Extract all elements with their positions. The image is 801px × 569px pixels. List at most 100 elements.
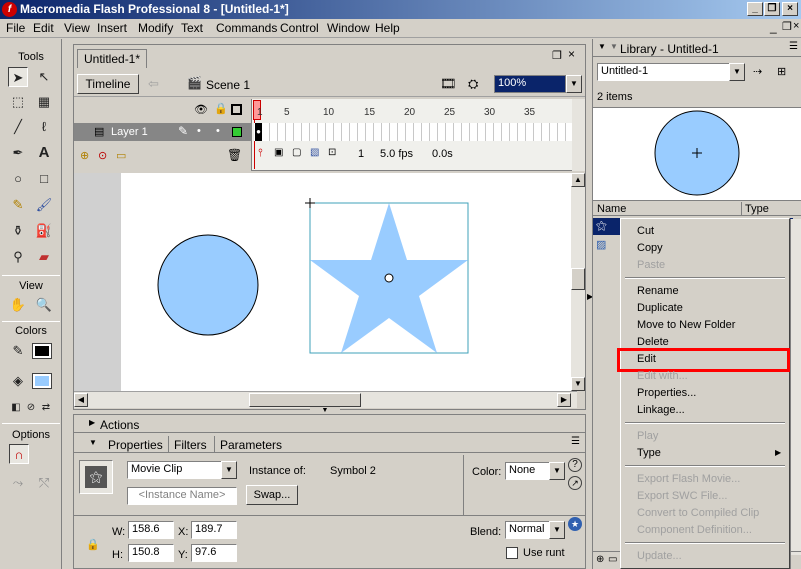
blend-dropdown-icon[interactable]: ▼ — [549, 521, 565, 539]
fill-color-swatch[interactable] — [32, 373, 52, 389]
tab-properties[interactable]: Properties — [108, 438, 163, 452]
rectangle-tool-icon[interactable]: □ — [34, 169, 54, 189]
menu-item-type[interactable]: Type — [637, 447, 661, 459]
edit-multiple-frames-icon[interactable]: ▧ — [310, 147, 319, 158]
layer-name[interactable]: Layer 1 — [111, 126, 148, 138]
line-tool-icon[interactable]: ╱ — [8, 117, 28, 137]
frame-rate[interactable]: 5.0 fps — [380, 148, 413, 160]
menu-control[interactable]: Control — [280, 21, 319, 35]
menu-help[interactable]: Help — [375, 21, 400, 35]
gradient-transform-icon[interactable]: ▦ — [34, 92, 54, 112]
new-library-panel-icon[interactable]: ⊞ — [777, 65, 786, 78]
new-folder-icon[interactable]: ▭ — [608, 554, 617, 565]
lock-dot-icon[interactable]: • — [216, 125, 220, 137]
library-document-select[interactable]: Untitled-1 — [597, 63, 745, 81]
onion-skin-icon[interactable]: ▣ — [274, 147, 283, 158]
ink-bottle-icon[interactable]: ⚱ — [8, 221, 28, 241]
zoom-dropdown-icon[interactable]: ▼ — [566, 75, 582, 93]
edit-actions-icon[interactable]: ↗ — [568, 476, 582, 490]
close-doc-icon[interactable]: × — [568, 47, 575, 61]
keyframe[interactable]: ● — [255, 123, 262, 141]
brush-tool-icon[interactable]: 🖌 — [34, 195, 54, 215]
vscroll-thumb[interactable] — [571, 268, 585, 290]
stage[interactable] — [121, 173, 577, 391]
stage-vscroll[interactable]: ▲ ▼ — [571, 173, 585, 391]
column-type[interactable]: Type — [745, 203, 769, 215]
menu-item-cut[interactable]: Cut — [637, 225, 654, 237]
zoom-input[interactable]: 100% — [494, 75, 566, 93]
tab-filters[interactable]: Filters — [174, 438, 207, 452]
oval-tool-icon[interactable]: ○ — [8, 169, 28, 189]
center-frame-icon[interactable]: ⫯ — [258, 147, 263, 160]
delete-layer-icon[interactable]: 🗑 — [227, 148, 242, 162]
column-name[interactable]: Name — [597, 203, 626, 215]
menu-item-duplicate[interactable]: Duplicate — [637, 302, 683, 314]
height-input[interactable]: 150.8 — [128, 544, 174, 562]
actions-title[interactable]: Actions — [100, 418, 139, 432]
menu-view[interactable]: View — [64, 21, 90, 35]
expand-arrow-icon[interactable]: ▶ — [89, 418, 95, 427]
menu-insert[interactable]: Insert — [97, 21, 127, 35]
collapse-arrow-icon[interactable]: ▼ — [89, 438, 97, 447]
eraser-icon[interactable]: ▰ — [34, 247, 54, 267]
symbol-type-dropdown-icon[interactable]: ▼ — [221, 461, 237, 479]
restore-doc-icon[interactable]: ❐ — [552, 49, 562, 62]
x-input[interactable]: 189.7 — [191, 521, 237, 539]
visibility-dot-icon[interactable]: • — [197, 125, 201, 137]
pen-tool-icon[interactable]: ✒ — [8, 143, 28, 163]
graphic-symbol-icon[interactable]: ▨ — [596, 238, 606, 251]
collapse-arrow-icon[interactable]: ▼ — [598, 42, 606, 51]
use-runtime-checkbox[interactable] — [506, 547, 518, 559]
menu-item-copy[interactable]: Copy — [637, 242, 663, 254]
new-symbol-icon[interactable]: ⊕ — [596, 554, 604, 565]
menu-item-delete[interactable]: Delete — [637, 336, 669, 348]
document-tab[interactable]: Untitled-1* — [77, 49, 148, 68]
instance-name-input[interactable]: <Instance Name> — [127, 487, 237, 505]
menu-text[interactable]: Text — [181, 21, 203, 35]
lasso-tool-icon[interactable]: ℓ — [34, 117, 54, 137]
scroll-up-icon[interactable]: ▲ — [571, 173, 585, 187]
smooth-icon[interactable]: ⤳ — [8, 473, 28, 493]
doc-minimize-icon[interactable]: _ — [770, 20, 777, 34]
subselection-tool-icon[interactable]: ↖ — [34, 67, 54, 87]
panel-options-icon[interactable]: ☰ — [571, 436, 580, 447]
stroke-color-swatch[interactable] — [32, 343, 52, 359]
color-dropdown-icon[interactable]: ▼ — [549, 462, 565, 480]
paint-bucket-icon[interactable]: ⛽ — [34, 221, 54, 241]
eye-icon[interactable]: 👁 — [194, 103, 208, 116]
edit-symbols-icon[interactable]: ⛭ — [468, 76, 478, 92]
menu-file[interactable]: File — [6, 21, 25, 35]
text-tool-icon[interactable]: A — [34, 143, 54, 163]
pin-library-icon[interactable]: ⇢ — [753, 65, 762, 78]
pencil-tool-icon[interactable]: ✎ — [8, 195, 28, 215]
close-button[interactable]: × — [782, 2, 798, 16]
doc-restore-icon[interactable]: ❐ — [782, 20, 792, 33]
timeline-button[interactable]: Timeline — [77, 74, 139, 94]
free-transform-icon[interactable]: ⬚ — [8, 92, 28, 112]
zoom-tool-icon[interactable]: 🔍 — [34, 295, 54, 315]
layer-row[interactable]: ▤ Layer 1 ✎ • • — [74, 123, 252, 141]
actions-bar[interactable]: ▶ Actions — [74, 415, 585, 433]
circle-shape[interactable] — [157, 234, 259, 336]
library-dropdown-icon[interactable]: ▼ — [729, 63, 745, 81]
swap-button[interactable]: Swap... — [246, 485, 298, 505]
menu-item-rename[interactable]: Rename — [637, 285, 679, 297]
y-input[interactable]: 97.6 — [191, 544, 237, 562]
help-icon[interactable]: ? — [568, 458, 582, 472]
insert-folder-icon[interactable]: ▭ — [116, 149, 126, 162]
menu-item-move-to-new-folder[interactable]: Move to New Folder — [637, 319, 735, 331]
hscroll-thumb[interactable] — [249, 393, 361, 407]
selection-tool-icon[interactable]: ➤ — [8, 67, 28, 87]
scroll-left-icon[interactable]: ◀ — [74, 393, 88, 407]
accessibility-icon[interactable]: ★ — [568, 517, 582, 531]
registration-point[interactable] — [384, 273, 394, 283]
hand-tool-icon[interactable]: ✋ — [8, 295, 28, 315]
straighten-icon[interactable]: ⤲ — [34, 473, 54, 493]
modify-onion-markers-icon[interactable]: ⊡ — [328, 147, 336, 158]
menu-edit[interactable]: Edit — [33, 21, 54, 35]
library-vscroll[interactable] — [789, 219, 801, 555]
panel-collapse-handle-icon[interactable]: ▼ — [310, 407, 340, 414]
onion-outline-icon[interactable]: ▢ — [292, 147, 301, 158]
outline-icon[interactable] — [231, 104, 242, 115]
layer-outline-color-icon[interactable] — [232, 127, 242, 137]
